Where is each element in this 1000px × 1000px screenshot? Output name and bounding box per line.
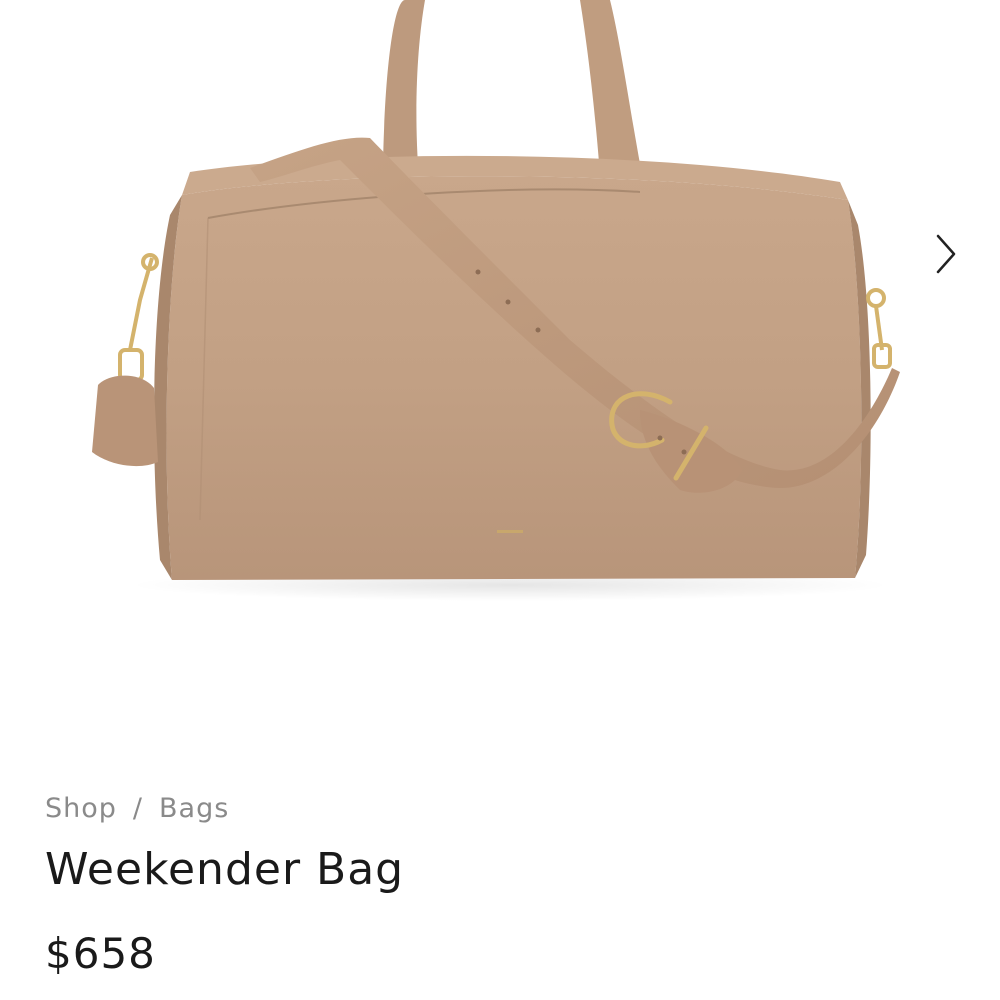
product-page: Shop / Bags Weekender Bag $658 — [0, 0, 1000, 1000]
chevron-right-icon — [936, 234, 956, 274]
breadcrumb-shop-link[interactable]: Shop — [45, 793, 117, 824]
product-title: Weekender Bag — [45, 844, 405, 895]
breadcrumb-separator: / — [132, 792, 144, 824]
product-image — [92, 0, 900, 601]
product-info: Shop / Bags Weekender Bag $658 — [45, 786, 945, 981]
next-image-button[interactable] — [918, 222, 974, 286]
breadcrumb-bags-link[interactable]: Bags — [159, 793, 229, 824]
breadcrumb: Shop / Bags — [45, 786, 945, 830]
product-gallery[interactable] — [0, 0, 1000, 660]
product-price: $658 — [45, 929, 156, 979]
